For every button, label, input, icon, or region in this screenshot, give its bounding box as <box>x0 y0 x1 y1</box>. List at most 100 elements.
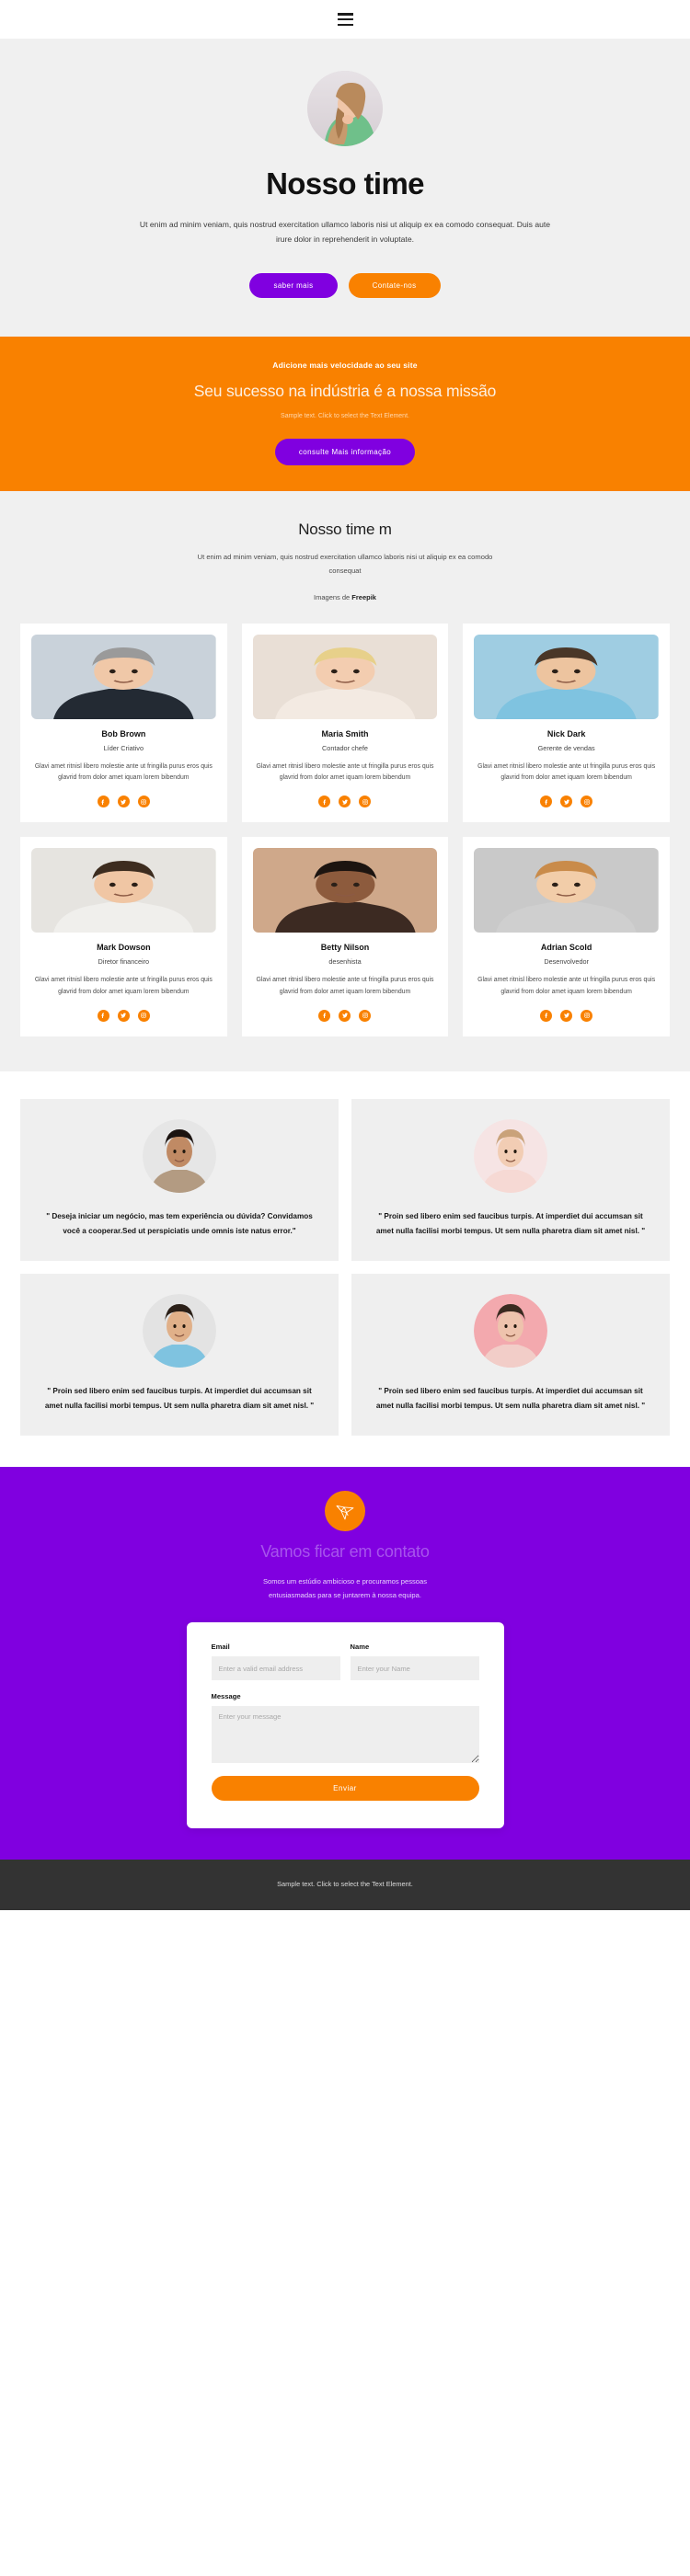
hamburger-menu-icon[interactable] <box>337 13 353 26</box>
social-links <box>31 796 216 808</box>
social-links <box>474 1009 659 1022</box>
hero-button-group: saber mais Contate-nos <box>0 272 690 298</box>
email-field-group: Email <box>211 1643 340 1681</box>
team-section: Nosso time m Ut enim ad minim veniam, qu… <box>0 491 690 1071</box>
hero-section: Nosso time Ut enim ad minim veniam, quis… <box>0 39 690 337</box>
name-input[interactable] <box>350 1656 479 1681</box>
message-textarea[interactable] <box>211 1706 479 1764</box>
form-row-top: Email Name <box>211 1643 479 1681</box>
testimonial-avatar <box>474 1293 547 1368</box>
team-member-bio: Glavi amet ritnisl libero molestie ante … <box>34 977 213 995</box>
contact-title: Vamos ficar em contato <box>260 1541 430 1561</box>
social-links <box>253 796 438 808</box>
team-member-name: Adrian Scold <box>540 943 592 953</box>
learn-more-button[interactable]: saber mais <box>249 272 338 298</box>
hero-avatar <box>307 71 383 146</box>
facebook-icon[interactable] <box>540 796 553 808</box>
team-member-photo <box>252 634 438 719</box>
banner-title: Seu sucesso na indústria é a nossa missã… <box>193 381 497 400</box>
message-label: Message <box>211 1692 241 1701</box>
instagram-icon[interactable] <box>581 796 593 808</box>
team-header: Nosso time m Ut enim ad minim veniam, qu… <box>0 521 690 601</box>
team-member-role: desenhista <box>328 957 362 967</box>
twitter-icon[interactable] <box>339 796 351 808</box>
message-field-group: Message <box>211 1692 479 1764</box>
team-member-bio: Glavi amet ritnisl libero molestie ante … <box>34 762 213 782</box>
twitter-icon[interactable] <box>117 796 130 808</box>
instagram-icon[interactable] <box>137 1009 150 1022</box>
facebook-icon[interactable] <box>318 1009 331 1022</box>
testimonial-quote: " Proin sed libero enim sed faucibus tur… <box>375 1211 646 1235</box>
banner-kicker: Adicione mais velocidade ao seu site <box>272 360 418 370</box>
team-member-bio: Glavi amet ritnisl libero molestie ante … <box>477 977 656 995</box>
contact-section: Vamos ficar em contato Somos um estúdio … <box>0 1466 690 1860</box>
instagram-icon[interactable] <box>359 1009 372 1022</box>
social-links <box>474 796 659 808</box>
team-member-role: Desenvolvedor <box>544 957 589 967</box>
email-input[interactable] <box>211 1656 340 1681</box>
testimonial-quote: " Proin sed libero enim sed faucibus tur… <box>375 1386 646 1410</box>
image-credit-source: Freepik <box>351 592 376 601</box>
twitter-icon[interactable] <box>117 1009 130 1022</box>
promo-banner: Adicione mais velocidade ao seu site Seu… <box>0 336 690 492</box>
testimonial-card: " Proin sed libero enim sed faucibus tur… <box>351 1098 670 1261</box>
team-member-card: Mark Dowson Diretor financeiro Glavi ame… <box>20 837 227 1036</box>
team-member-name: Mark Dowson <box>97 943 151 953</box>
team-title: Nosso time m <box>298 521 392 539</box>
email-label: Email <box>211 1643 230 1652</box>
team-subtitle: Ut enim ad minim veniam, quis nostrud ex… <box>197 553 493 575</box>
footer-text: Sample text. Click to select the Text El… <box>277 1880 413 1889</box>
testimonials-section: " Deseja iniciar um negócio, mas tem exp… <box>0 1070 690 1467</box>
team-member-role: Diretor financeiro <box>98 957 150 967</box>
instagram-icon[interactable] <box>359 796 372 808</box>
testimonial-card: " Proin sed libero enim sed faucibus tur… <box>20 1273 339 1436</box>
banner-text: Sample text. Click to select the Text El… <box>281 412 409 419</box>
team-member-photo <box>474 848 659 933</box>
contact-us-button[interactable]: Contate-nos <box>348 272 441 298</box>
facebook-icon[interactable] <box>97 796 109 808</box>
team-member-card: Maria Smith Contador chefe Glavi amet ri… <box>241 623 449 823</box>
submit-button[interactable]: Enviar <box>211 1776 479 1802</box>
testimonial-quote: " Deseja iniciar um negócio, mas tem exp… <box>46 1211 313 1235</box>
team-member-card: Nick Dark Gerente de vendas Glavi amet r… <box>463 623 670 823</box>
testimonial-avatar <box>474 1118 547 1193</box>
page-title: Nosso time <box>266 166 424 200</box>
site-footer: Sample text. Click to select the Text El… <box>0 1860 690 1911</box>
team-member-bio: Glavi amet ritnisl libero molestie ante … <box>256 977 434 995</box>
team-member-role: Contador chefe <box>322 743 368 752</box>
social-links <box>31 1009 216 1022</box>
testimonials-grid: " Deseja iniciar um negócio, mas tem exp… <box>20 1098 670 1436</box>
instagram-icon[interactable] <box>137 796 150 808</box>
image-credit: Imagens de Freepik <box>0 593 690 601</box>
team-member-photo <box>31 848 216 933</box>
more-info-button[interactable]: consulte Mais informação <box>274 439 416 466</box>
team-cards-grid: Bob Brown Líder Criativo Glavi amet ritn… <box>0 623 690 1036</box>
site-header <box>0 0 690 39</box>
team-member-role: Líder Criativo <box>103 743 144 752</box>
twitter-icon[interactable] <box>560 796 573 808</box>
hero-subtitle: Ut enim ad minim veniam, quis nostrud ex… <box>139 220 551 244</box>
instagram-icon[interactable] <box>581 1009 593 1022</box>
testimonial-avatar <box>143 1118 216 1193</box>
image-credit-prefix: Imagens de <box>314 592 352 601</box>
testimonial-card: " Proin sed libero enim sed faucibus tur… <box>351 1273 670 1436</box>
team-member-photo <box>252 848 438 933</box>
team-member-name: Bob Brown <box>101 728 146 738</box>
name-field-group: Name <box>350 1643 479 1681</box>
team-member-role: Gerente de vendas <box>537 743 595 752</box>
facebook-icon[interactable] <box>318 796 331 808</box>
name-label: Name <box>350 1643 370 1652</box>
twitter-icon[interactable] <box>339 1009 351 1022</box>
facebook-icon[interactable] <box>97 1009 109 1022</box>
team-member-bio: Glavi amet ritnisl libero molestie ante … <box>477 762 656 782</box>
team-member-card: Betty Nilson desenhista Glavi amet ritni… <box>241 837 449 1036</box>
team-member-name: Maria Smith <box>321 728 369 738</box>
social-links <box>253 1009 438 1022</box>
twitter-icon[interactable] <box>560 1009 573 1022</box>
brand-logo <box>325 1490 365 1531</box>
facebook-icon[interactable] <box>540 1009 553 1022</box>
testimonial-card: " Deseja iniciar um negócio, mas tem exp… <box>20 1098 339 1261</box>
landing-page: Nosso time Ut enim ad minim veniam, quis… <box>0 0 690 1911</box>
origami-bird-icon <box>336 1505 354 1520</box>
team-member-name: Betty Nilson <box>320 943 370 953</box>
